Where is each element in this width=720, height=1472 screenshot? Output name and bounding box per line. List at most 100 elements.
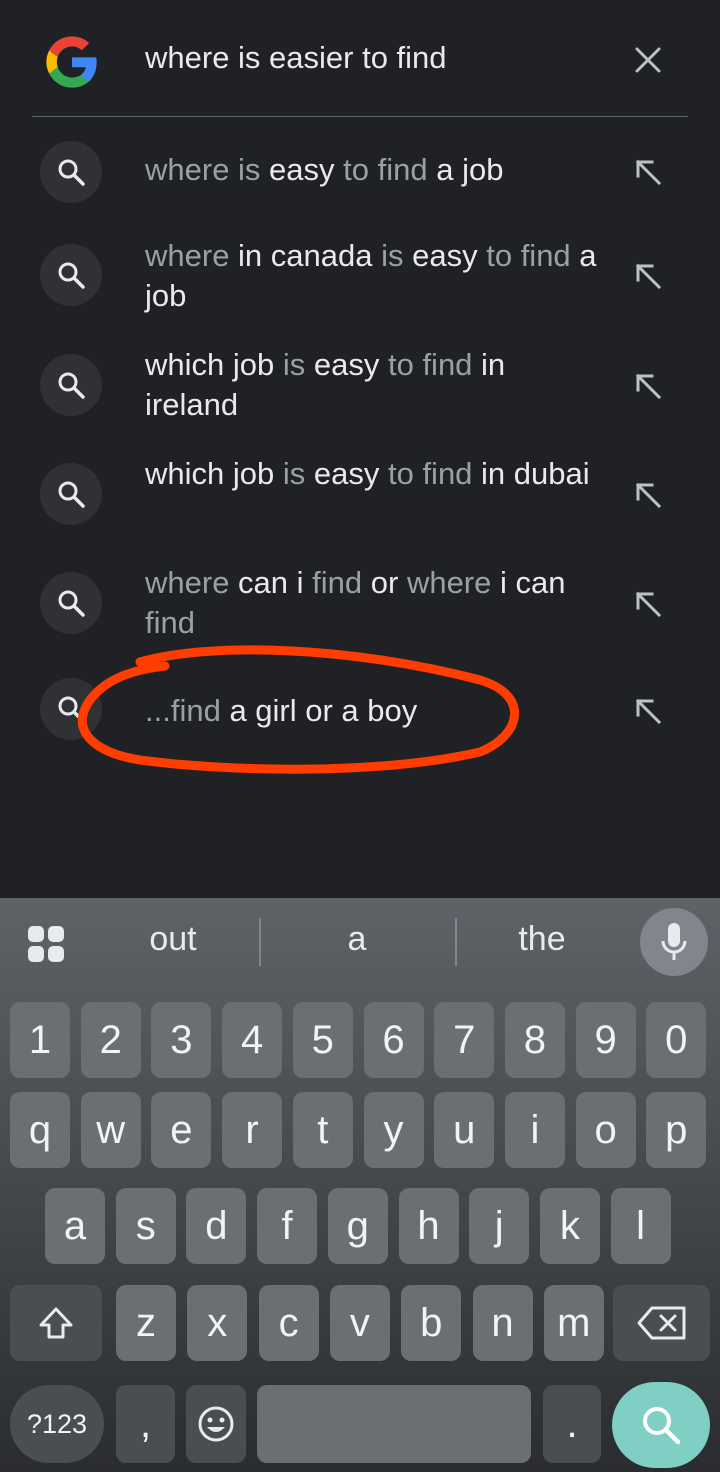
key-n[interactable]: n — [472, 1285, 533, 1361]
key-e[interactable]: e — [151, 1092, 212, 1168]
clear-button[interactable] — [626, 38, 670, 82]
suggestion-text-part: can i — [238, 565, 304, 600]
suggestion-text-part: in canada — [238, 238, 373, 273]
keyboard-toolbar: out a the — [0, 898, 720, 990]
key-x[interactable]: x — [187, 1285, 248, 1361]
fill-query-button[interactable] — [626, 582, 670, 626]
suggestion-text: where can i find or where i can find — [145, 563, 605, 643]
search-bar: where is easier to find — [0, 0, 720, 118]
key-h[interactable]: h — [398, 1188, 459, 1264]
suggestion-item[interactable]: ...find a girl or a boy — [0, 678, 720, 742]
key-k[interactable]: k — [539, 1188, 600, 1264]
key-b[interactable]: b — [401, 1285, 462, 1361]
key-p[interactable]: p — [646, 1092, 707, 1168]
search-icon — [40, 463, 102, 525]
key-a[interactable]: a — [45, 1188, 105, 1264]
key-7[interactable]: 7 — [434, 1002, 495, 1078]
key-o[interactable]: o — [575, 1092, 636, 1168]
close-icon — [635, 47, 661, 73]
suggestion-text-part: ...find — [145, 693, 221, 728]
suggestion-text: where in canada is easy to find a job — [145, 236, 605, 316]
suggestion-text: which job is easy to find in dubai — [145, 454, 605, 494]
google-logo — [46, 36, 97, 88]
key-s[interactable]: s — [115, 1188, 176, 1264]
emoji-key[interactable] — [186, 1385, 246, 1463]
suggestion-text-part: to find — [334, 152, 437, 187]
fill-query-button[interactable] — [626, 473, 670, 517]
key-5[interactable]: 5 — [292, 1002, 353, 1078]
word-suggestion[interactable]: a — [296, 920, 418, 959]
arrow-up-left-icon — [635, 263, 662, 290]
fill-query-button[interactable] — [626, 689, 670, 733]
search-icon — [40, 678, 102, 740]
key-9[interactable]: 9 — [575, 1002, 636, 1078]
key-d[interactable]: d — [186, 1188, 247, 1264]
suggestion-text-part: i can — [500, 565, 566, 600]
backspace-key[interactable] — [613, 1285, 710, 1361]
arrow-up-left-icon — [635, 482, 662, 509]
key-y[interactable]: y — [363, 1092, 424, 1168]
search-icon — [40, 244, 102, 306]
suggestion-text-part: find — [145, 605, 195, 640]
search-icon — [643, 1407, 681, 1445]
word-suggestion[interactable]: the — [481, 920, 603, 959]
key-8[interactable]: 8 — [504, 1002, 565, 1078]
key-q[interactable]: q — [10, 1092, 70, 1168]
suggestion-item[interactable]: where is easy to find a job — [0, 140, 720, 204]
apps-grid-icon[interactable] — [24, 922, 68, 966]
search-icon — [40, 572, 102, 634]
suggestion-text-part: easy — [313, 456, 380, 491]
key-c[interactable]: c — [258, 1285, 319, 1361]
suggestion-text: ...find a girl or a boy — [145, 691, 605, 731]
suggestion-text-part: where — [145, 238, 239, 273]
key-3[interactable]: 3 — [151, 1002, 212, 1078]
backspace-icon — [637, 1306, 685, 1340]
fill-query-button[interactable] — [626, 364, 670, 408]
suggestion-text-part: where — [398, 565, 500, 600]
comma-key[interactable]: , — [116, 1385, 175, 1463]
key-6[interactable]: 6 — [363, 1002, 424, 1078]
key-g[interactable]: g — [327, 1188, 388, 1264]
suggestion-item[interactable]: which job is easy to find in ireland — [0, 340, 720, 430]
suggestion-text-part: easy — [313, 347, 380, 382]
key-f[interactable]: f — [257, 1188, 318, 1264]
key-t[interactable]: t — [292, 1092, 353, 1168]
arrow-up-left-icon — [635, 159, 662, 186]
suggestion-text-part: easy — [269, 152, 335, 187]
suggestion-item[interactable]: where in canada is easy to find a job — [0, 230, 720, 320]
arrow-up-left-icon — [635, 698, 662, 725]
suggestion-text-part: a job — [436, 152, 504, 187]
key-u[interactable]: u — [434, 1092, 495, 1168]
suggestion-text-part: is — [372, 238, 413, 273]
fill-query-button[interactable] — [626, 254, 670, 298]
suggestion-text: where is easy to find a job — [145, 150, 605, 190]
key-z[interactable]: z — [116, 1285, 176, 1361]
key-2[interactable]: 2 — [80, 1002, 141, 1078]
fill-query-button[interactable] — [626, 150, 670, 194]
period-key[interactable]: . — [543, 1385, 601, 1463]
key-i[interactable]: i — [504, 1092, 565, 1168]
search-input[interactable]: where is easier to find — [145, 40, 447, 76]
suggestion-text-part: or — [370, 565, 399, 600]
key-m[interactable]: m — [543, 1285, 604, 1361]
microphone-icon — [661, 923, 687, 960]
suggestion-text-part: a girl or a boy — [220, 693, 418, 728]
key-w[interactable]: w — [80, 1092, 141, 1168]
key-v[interactable]: v — [329, 1285, 390, 1361]
word-suggestion[interactable]: out — [112, 920, 234, 959]
search-enter-key[interactable] — [612, 1382, 710, 1468]
suggestion-item[interactable]: which job is easy to find in dubai — [0, 450, 720, 540]
key-r[interactable]: r — [222, 1092, 283, 1168]
suggestion-item[interactable]: where can i find or where i can find — [0, 558, 720, 648]
key-4[interactable]: 4 — [222, 1002, 283, 1078]
space-key[interactable] — [257, 1385, 531, 1463]
microphone-button[interactable] — [640, 908, 708, 976]
key-l[interactable]: l — [610, 1188, 671, 1264]
key-1[interactable]: 1 — [10, 1002, 70, 1078]
key-j[interactable]: j — [469, 1188, 530, 1264]
key-0[interactable]: 0 — [646, 1002, 707, 1078]
symbols-key[interactable]: ?123 — [10, 1385, 104, 1463]
suggestion-text-part: where is — [145, 152, 270, 187]
shift-key[interactable] — [10, 1285, 102, 1361]
suggestion-text-part: to find — [379, 347, 482, 382]
